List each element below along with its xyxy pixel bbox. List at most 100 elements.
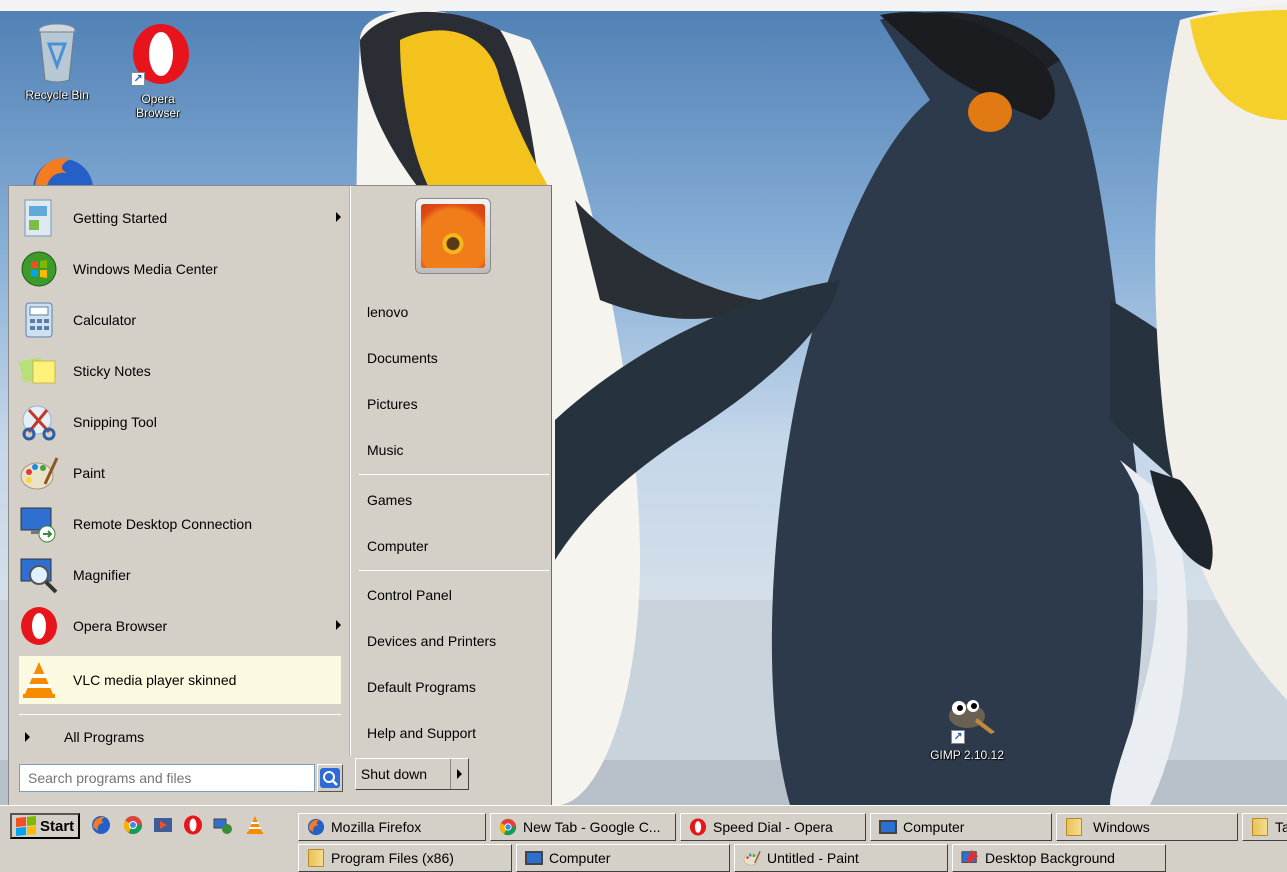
task-label: New Tab - Google C...: [523, 819, 661, 835]
program-opera-browser[interactable]: Opera Browser: [19, 602, 341, 650]
places-separator: [359, 570, 549, 571]
paint-icon: [743, 850, 761, 866]
places-default-programs[interactable]: Default Programs: [367, 677, 476, 697]
media-center-icon: [21, 251, 57, 287]
shortcut-arrow-icon: ↗: [951, 730, 965, 744]
task-computer-2[interactable]: Computer: [516, 844, 730, 872]
desktop-icon-gimp[interactable]: ↗ GIMP 2.10.12: [918, 692, 1016, 762]
places-pictures[interactable]: Pictures: [367, 394, 418, 414]
firefox-icon: [92, 816, 110, 834]
snipping-tool-icon: [22, 405, 56, 441]
flower-avatar-icon: [421, 204, 485, 268]
program-label: Calculator: [73, 312, 137, 328]
remote-desktop-icon: [20, 507, 56, 543]
desktop-icon-label: GIMP 2.10.12: [930, 748, 1004, 762]
desktop-icon-recycle-bin[interactable]: Recycle Bin: [17, 22, 97, 102]
task-label: Desktop Background: [985, 850, 1115, 866]
personalize-icon: [961, 849, 979, 864]
computer-icon: [525, 851, 543, 865]
firefox-icon: [33, 158, 93, 219]
media-player-icon: [154, 818, 172, 832]
places-devices-and-printers[interactable]: Devices and Printers: [367, 631, 496, 651]
places-separator: [359, 474, 549, 475]
task-computer[interactable]: Computer: [870, 813, 1052, 841]
all-programs-label: All Programs: [64, 729, 145, 745]
program-label: VLC media player skinned: [73, 672, 237, 688]
folder-icon: [308, 849, 324, 867]
user-picture[interactable]: [415, 198, 491, 274]
program-label: Sticky Notes: [73, 363, 151, 379]
taskbar: Start Mozilla Firefox New Tab - Google C…: [0, 805, 1287, 872]
vlc-icon: [23, 662, 55, 698]
all-programs-button[interactable]: All Programs: [19, 722, 341, 752]
quicklaunch-show-desktop[interactable]: [212, 814, 234, 836]
programs-separator: [19, 714, 341, 715]
search-input[interactable]: [19, 764, 315, 792]
program-label: Windows Media Center: [73, 261, 218, 277]
program-windows-media-center[interactable]: Windows Media Center: [19, 245, 341, 293]
search-button[interactable]: [317, 764, 343, 792]
task-mozilla-firefox[interactable]: Mozilla Firefox: [298, 813, 486, 841]
places-computer[interactable]: Computer: [367, 536, 428, 556]
places-games[interactable]: Games: [367, 490, 412, 510]
program-calculator[interactable]: Calculator: [19, 296, 341, 344]
task-desktop-background[interactable]: Desktop Background: [952, 844, 1166, 872]
task-windows-folder[interactable]: Windows: [1056, 813, 1238, 841]
quicklaunch-opera[interactable]: [182, 814, 204, 836]
task-label: Computer: [903, 819, 965, 835]
program-sticky-notes[interactable]: Sticky Notes: [19, 347, 341, 395]
quicklaunch-vlc[interactable]: [244, 814, 266, 836]
shut-down-options-arrow[interactable]: [450, 759, 468, 789]
program-label: Magnifier: [73, 567, 131, 583]
task-truncated-folder[interactable]: Ta: [1242, 813, 1287, 841]
shortcut-arrow-icon: ↗: [131, 72, 145, 86]
folder-icon: [1066, 818, 1082, 836]
start-menu-programs-pane: Getting Started Windows Media Center Cal…: [9, 186, 350, 756]
desktop-icon-opera[interactable]: ↗ Opera Browser: [118, 22, 198, 120]
opera-icon: [184, 815, 202, 835]
submenu-arrow-icon[interactable]: [336, 212, 341, 222]
program-paint[interactable]: Paint: [19, 449, 341, 497]
start-button[interactable]: Start: [10, 813, 80, 839]
chrome-icon: [123, 816, 142, 835]
program-label: Remote Desktop Connection: [73, 516, 252, 532]
task-label: Computer: [549, 850, 611, 866]
task-untitled-paint[interactable]: Untitled - Paint: [734, 844, 948, 872]
windows-logo-icon: [16, 815, 36, 837]
places-control-panel[interactable]: Control Panel: [367, 585, 452, 605]
task-google-chrome[interactable]: New Tab - Google C...: [490, 813, 676, 841]
recycle-bin-icon: [38, 23, 76, 83]
start-menu: Getting Started Windows Media Center Cal…: [8, 185, 552, 805]
quicklaunch-chrome[interactable]: [122, 814, 144, 836]
task-label: Mozilla Firefox: [331, 819, 422, 835]
task-label: Speed Dial - Opera: [713, 819, 833, 835]
opera-icon: [689, 818, 707, 836]
desktop-icon-label: Recycle Bin: [25, 88, 89, 102]
chevron-right-icon: [457, 769, 462, 779]
program-getting-started[interactable]: Getting Started: [19, 194, 341, 242]
quicklaunch-media-player[interactable]: [152, 814, 174, 836]
shut-down-button[interactable]: Shut down: [355, 758, 469, 790]
start-label: Start: [40, 817, 75, 835]
program-magnifier[interactable]: Magnifier: [19, 551, 341, 599]
paint-icon: [20, 457, 59, 490]
task-program-files[interactable]: Program Files (x86): [298, 844, 512, 872]
places-documents[interactable]: Documents: [367, 348, 438, 368]
shut-down-label: Shut down: [360, 766, 428, 782]
folder-icon: [1252, 818, 1268, 836]
program-vlc-media-player[interactable]: VLC media player skinned: [19, 656, 341, 704]
quicklaunch-firefox[interactable]: [90, 814, 112, 836]
places-user-folder[interactable]: lenovo: [367, 302, 408, 322]
program-label: Opera Browser: [73, 618, 168, 634]
places-help-and-support[interactable]: Help and Support: [367, 723, 476, 743]
gimp-icon: [949, 700, 995, 734]
places-music[interactable]: Music: [367, 440, 404, 460]
calculator-icon: [25, 302, 53, 338]
submenu-arrow-icon[interactable]: [336, 620, 341, 630]
program-snipping-tool[interactable]: Snipping Tool: [19, 398, 341, 446]
task-speed-dial-opera[interactable]: Speed Dial - Opera: [680, 813, 866, 841]
program-remote-desktop[interactable]: Remote Desktop Connection: [19, 500, 341, 548]
opera-icon: [21, 607, 57, 645]
search-icon: [320, 768, 340, 788]
desktop-icon-label: Opera Browser: [135, 92, 180, 120]
